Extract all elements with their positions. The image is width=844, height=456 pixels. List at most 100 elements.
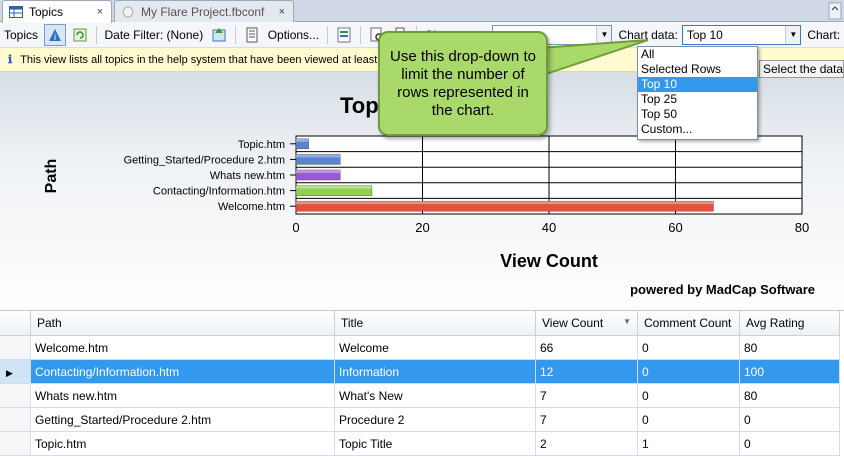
info-button[interactable]: i	[44, 23, 66, 46]
callout-annotation: Use this drop-down to limit the number o…	[378, 31, 548, 136]
row-header[interactable]: ▶	[0, 359, 31, 384]
chart-watermark: powered by MadCap Software	[630, 282, 815, 297]
dropdown-option-top-10[interactable]: Top 10	[638, 77, 757, 92]
chart-type-label: Chart:	[807, 27, 841, 42]
cell-avg-rating[interactable]: 100	[739, 359, 840, 384]
calendar-icon	[212, 27, 226, 41]
chart-data-combo[interactable]: Top 10 ▼	[681, 24, 802, 45]
row-header-corner	[0, 311, 31, 336]
cell-comment-count[interactable]: 0	[637, 335, 740, 360]
sort-descending-icon: ▼	[623, 317, 631, 326]
x-tick-label: 80	[795, 220, 809, 235]
cell-avg-rating[interactable]: 0	[739, 407, 840, 432]
cell-comment-count[interactable]: 0	[637, 407, 740, 432]
cell-avg-rating[interactable]: 80	[739, 335, 840, 360]
column-header-comment-count[interactable]: Comment Count	[637, 311, 740, 336]
bar-highlight	[296, 138, 309, 142]
y-tick-label: Contacting/Information.htm	[153, 186, 285, 198]
x-tick-label: 0	[292, 220, 299, 235]
table-row[interactable]: Topic.htm Topic Title 2 1 0	[0, 431, 840, 456]
close-icon[interactable]: ×	[279, 6, 285, 18]
dropdown-option-top-50[interactable]: Top 50	[638, 107, 757, 122]
toolbar-separator	[95, 25, 97, 44]
table-row[interactable]: Whats new.htm What's New 7 0 80	[0, 383, 840, 408]
callout-text: Use this drop-down to limit the number o…	[390, 47, 536, 119]
topics-grid[interactable]: Path Title View Count ▼ Comment Count Avg…	[0, 310, 844, 456]
options-icon-button[interactable]	[242, 25, 262, 45]
bar-highlight	[296, 154, 341, 158]
row-header[interactable]	[0, 335, 31, 360]
cell-view-count[interactable]: 66	[535, 335, 638, 360]
cell-path[interactable]: Topic.htm	[30, 431, 335, 456]
date-filter-button[interactable]: Date Filter: (None)	[105, 28, 204, 42]
chart-data-value: Top 10	[686, 27, 723, 42]
table-row-selected[interactable]: ▶ Contacting/Information.htm Information…	[0, 359, 840, 384]
cell-path[interactable]: Getting_Started/Procedure 2.htm	[30, 407, 335, 432]
refresh-icon	[73, 28, 87, 41]
x-tick-label: 20	[415, 220, 429, 235]
toolbar-separator	[359, 25, 361, 44]
cell-avg-rating[interactable]: 0	[739, 431, 840, 456]
cell-avg-rating[interactable]: 80	[739, 383, 840, 408]
cell-view-count[interactable]: 7	[535, 383, 638, 408]
table-row[interactable]: Welcome.htm Welcome 66 0 80	[0, 335, 840, 360]
cell-view-count[interactable]: 2	[535, 431, 638, 456]
column-header-path[interactable]: Path	[30, 311, 335, 336]
cell-title[interactable]: Procedure 2	[334, 407, 536, 432]
column-header-view-count[interactable]: View Count ▼	[535, 311, 638, 336]
table-row[interactable]: Getting_Started/Procedure 2.htm Procedur…	[0, 407, 840, 432]
close-icon[interactable]: ×	[97, 6, 103, 18]
tab-flare-project-label: My Flare Project.fbconf	[141, 4, 265, 19]
export-button[interactable]	[334, 25, 354, 45]
dropdown-option-all[interactable]: All	[638, 47, 757, 62]
toolbar-separator	[234, 25, 236, 44]
chart-data-dropdown-list[interactable]: All Selected Rows Top 10 Top 25 Top 50 C…	[637, 46, 758, 140]
cell-comment-count[interactable]: 0	[637, 383, 740, 408]
cell-comment-count[interactable]: 0	[637, 359, 740, 384]
cell-comment-count[interactable]: 1	[637, 431, 740, 456]
cell-path[interactable]: Whats new.htm	[30, 383, 335, 408]
y-tick-label: Getting_Started/Procedure 2.htm	[124, 154, 285, 166]
x-tick-label: 40	[542, 220, 556, 235]
bar-highlight	[296, 185, 372, 189]
bar-highlight	[296, 170, 341, 173]
cell-view-count[interactable]: 7	[535, 407, 638, 432]
row-header[interactable]	[0, 431, 31, 456]
tab-topics-label: Topics	[29, 5, 64, 19]
options-button[interactable]: Options...	[268, 28, 319, 42]
cell-path[interactable]: Welcome.htm	[30, 335, 335, 360]
chevron-down-icon[interactable]: ▼	[785, 25, 801, 44]
column-header-avg-rating[interactable]: Avg Rating	[739, 311, 840, 336]
svg-text:i: i	[54, 32, 56, 42]
y-axis-label: Path	[43, 159, 60, 194]
bar-highlight	[296, 201, 714, 205]
cell-title[interactable]: Welcome	[334, 335, 536, 360]
refresh-button[interactable]	[70, 25, 90, 45]
list-icon	[246, 27, 258, 42]
callout-pointer	[540, 39, 649, 78]
row-header[interactable]	[0, 407, 31, 432]
y-tick-label: Welcome.htm	[218, 201, 285, 213]
y-tick-label: Whats new.htm	[210, 170, 285, 182]
topics-label: Topics	[4, 27, 39, 42]
column-header-title[interactable]: Title	[334, 311, 536, 336]
calendar-button[interactable]	[209, 25, 229, 45]
cell-view-count[interactable]: 12	[535, 359, 638, 384]
row-header[interactable]	[0, 383, 31, 408]
tab-flare-project[interactable]: My Flare Project.fbconf ×	[114, 0, 294, 22]
cell-title[interactable]: What's New	[334, 383, 536, 408]
dropdown-option-custom[interactable]: Custom...	[638, 122, 757, 137]
toolbar-separator	[327, 25, 329, 44]
dropdown-option-selected-rows[interactable]: Selected Rows	[638, 62, 757, 77]
current-row-indicator-icon: ▶	[6, 367, 13, 378]
chart-title: Top	[340, 93, 379, 118]
document-icon	[121, 6, 135, 18]
dropdown-option-top-25[interactable]: Top 25	[638, 92, 757, 107]
cell-title[interactable]: Topic Title	[334, 431, 536, 456]
document-tab-strip: Topics × My Flare Project.fbconf ×	[0, 0, 844, 23]
table-header-row: Path Title View Count ▼ Comment Count Avg…	[0, 311, 840, 336]
cell-title[interactable]: Information	[334, 359, 536, 384]
cell-path[interactable]: Contacting/Information.htm	[30, 359, 335, 384]
grid-icon	[9, 6, 23, 18]
tab-topics[interactable]: Topics ×	[2, 0, 112, 23]
